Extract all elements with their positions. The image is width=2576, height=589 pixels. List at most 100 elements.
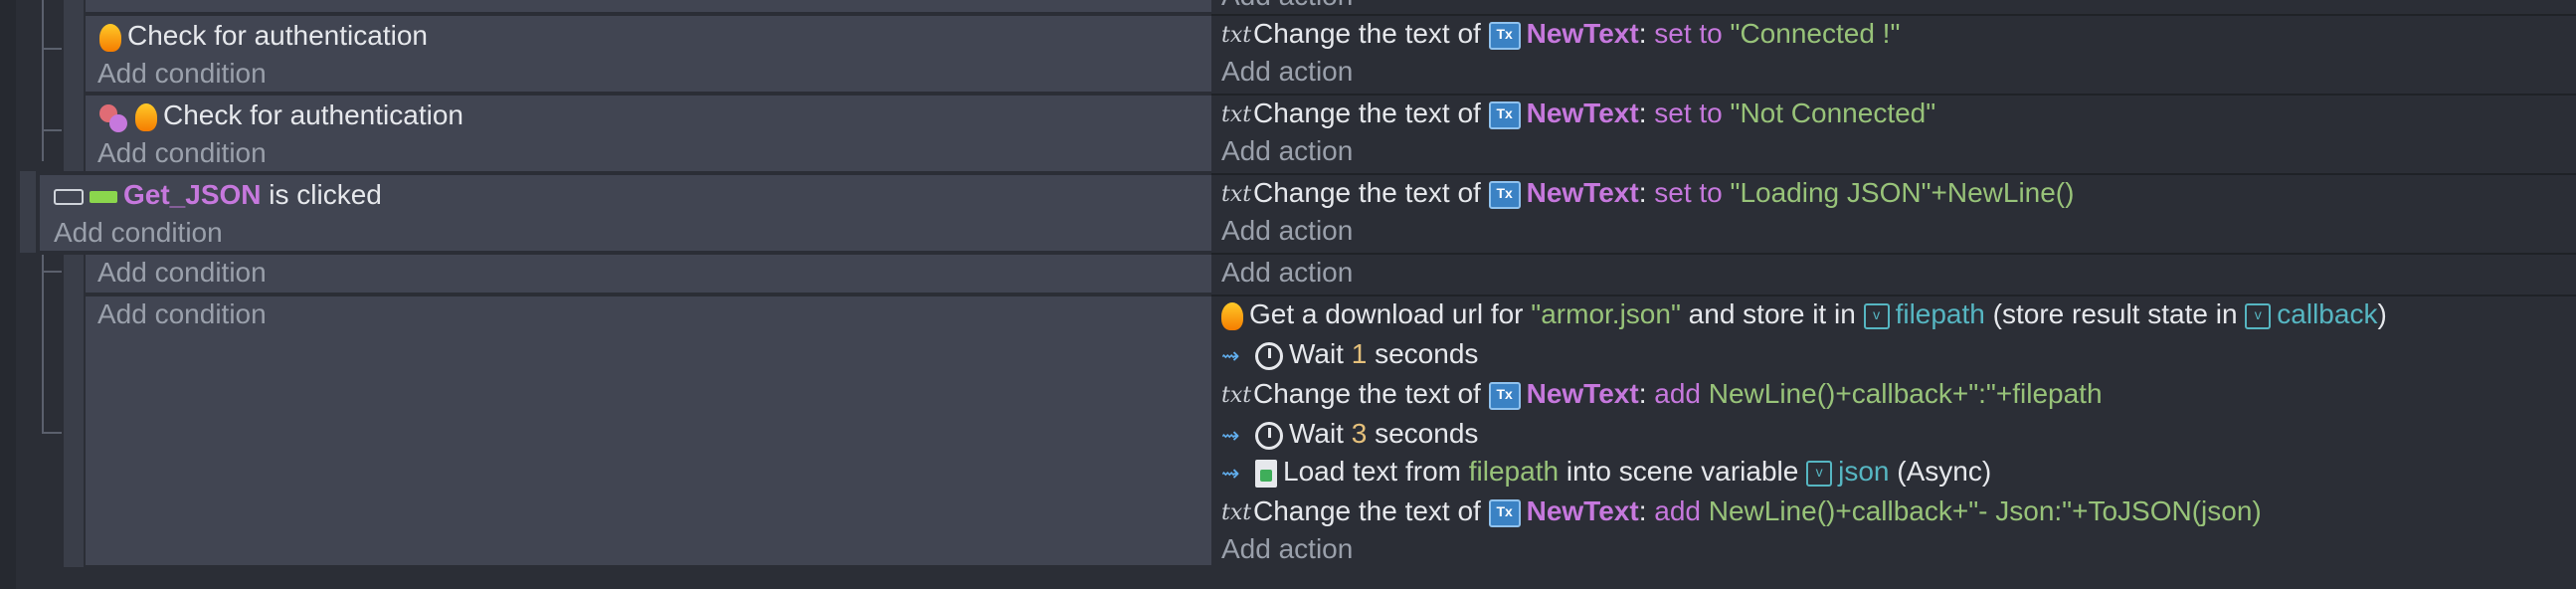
- row1-action[interactable]: txtChange the text of Tx NewText: set to …: [1221, 16, 1900, 54]
- object-name: NewText: [1526, 378, 1639, 409]
- txt-icon: txt: [1221, 181, 1252, 207]
- variable-name: filepath: [1895, 298, 1985, 329]
- txt-icon: txt: [1221, 499, 1252, 525]
- text-object-icon: Tx: [1488, 180, 1521, 209]
- colon: :: [1638, 98, 1647, 128]
- async-icon: ⇝: [1221, 422, 1240, 448]
- operator: set to: [1654, 98, 1723, 128]
- row5-action-load-text[interactable]: ⇝ Load text from filepath into scene vari…: [1221, 454, 1991, 490]
- variable-icon: v: [1863, 302, 1890, 329]
- row5-action-change-text-2[interactable]: txtChange the text of Tx NewText: add New…: [1221, 493, 2262, 531]
- variable-name: callback: [2277, 298, 2378, 329]
- object-name: Get_JSON: [123, 179, 262, 210]
- action-prefix: Change the text of: [1253, 98, 1481, 128]
- row1-add-condition[interactable]: Add condition: [97, 56, 267, 92]
- tree-line-h-2: [42, 129, 62, 131]
- async-icon: ⇝: [1221, 460, 1240, 486]
- tree-line-vertical-2: [42, 255, 44, 434]
- value: NewLine()+callback+"- Json:"+ToJSON(json…: [1708, 495, 2262, 526]
- timer-icon: [1255, 421, 1283, 450]
- row5-action-download-url[interactable]: Get a download url for "armor.json" and …: [1221, 296, 2387, 332]
- row3-add-action[interactable]: Add action: [1221, 213, 1353, 249]
- row4-add-condition[interactable]: Add condition: [97, 255, 267, 291]
- text-object-icon: Tx: [1488, 498, 1521, 527]
- text: ): [2377, 298, 2387, 329]
- value: "Connected !": [1730, 18, 1901, 49]
- tree-line-vertical-1: [42, 0, 44, 161]
- button-icon: [54, 188, 84, 205]
- variable-name: json: [1838, 456, 1890, 487]
- number-value: 1: [1351, 338, 1368, 369]
- txt-icon: txt: [1221, 22, 1252, 48]
- text: and store it in: [1688, 298, 1856, 329]
- row2-add-condition[interactable]: Add condition: [97, 135, 267, 171]
- tree-line-h-4: [42, 432, 62, 434]
- operator: add: [1654, 495, 1701, 526]
- flame-icon: [1221, 301, 1243, 330]
- operator: set to: [1654, 18, 1723, 49]
- row3-condition[interactable]: Get_JSON is clicked: [54, 177, 382, 213]
- event-gutter-sub[interactable]: [64, 255, 84, 567]
- action-prefix: Change the text of: [1253, 495, 1481, 526]
- text: (Async): [1897, 456, 1992, 487]
- row5-action-wait-3[interactable]: ⇝ Wait 3 seconds: [1221, 416, 1478, 452]
- operator: set to: [1654, 177, 1723, 208]
- operator: add: [1654, 378, 1701, 409]
- tree-line-h-1: [42, 48, 62, 50]
- row5-action-change-text-1[interactable]: txtChange the text of Tx NewText: add New…: [1221, 376, 2103, 414]
- event-gutter-group[interactable]: [64, 0, 84, 171]
- row3-action[interactable]: txtChange the text of Tx NewText: set to …: [1221, 175, 2074, 213]
- row0-condition-bg: [86, 0, 1211, 12]
- row2-condition[interactable]: Check for authentication: [99, 98, 463, 133]
- row1-add-action[interactable]: Add action: [1221, 54, 1353, 90]
- action-prefix: Change the text of: [1253, 177, 1481, 208]
- text-object-icon: Tx: [1488, 21, 1521, 50]
- action-prefix: Change the text of: [1253, 378, 1481, 409]
- row5-add-action[interactable]: Add action: [1221, 531, 1353, 567]
- row2-condition-text: Check for authentication: [163, 99, 463, 130]
- txt-icon: txt: [1221, 101, 1252, 127]
- bar-icon: [90, 190, 117, 203]
- separator-3: [1211, 253, 2576, 255]
- colon: :: [1638, 495, 1647, 526]
- async-icon: ⇝: [1221, 342, 1240, 368]
- action-prefix: Change the text of: [1253, 18, 1481, 49]
- number-value: 3: [1351, 418, 1368, 449]
- object-name: NewText: [1526, 495, 1639, 526]
- row5-action-wait-1[interactable]: ⇝ Wait 1 seconds: [1221, 336, 1478, 372]
- colon: :: [1638, 378, 1647, 409]
- string-value: filepath: [1468, 456, 1560, 487]
- invert-condition-icon: [99, 102, 129, 132]
- event-gutter-outer[interactable]: [20, 171, 36, 253]
- tree-line-h-3: [42, 271, 62, 273]
- text-object-icon: Tx: [1488, 100, 1521, 129]
- row5-condition-bg[interactable]: [86, 296, 1211, 565]
- row3-add-condition[interactable]: Add condition: [54, 215, 223, 251]
- colon: :: [1638, 177, 1647, 208]
- value: "Loading JSON"+NewLine(): [1730, 177, 2075, 208]
- left-gutter: [0, 0, 16, 589]
- variable-icon: v: [1806, 460, 1833, 487]
- row0-add-action[interactable]: Add action: [1221, 0, 1353, 14]
- value: NewLine()+callback+":"+filepath: [1708, 378, 2103, 409]
- row1-condition[interactable]: Check for authentication: [99, 18, 428, 54]
- row2-action[interactable]: txtChange the text of Tx NewText: set to …: [1221, 96, 1935, 133]
- object-name: NewText: [1526, 18, 1639, 49]
- row3-condition-suffix: is clicked: [269, 179, 382, 210]
- events-sheet: Add action Check for authentication Add …: [0, 0, 2576, 589]
- value: "Not Connected": [1730, 98, 1936, 128]
- variable-icon: v: [2245, 302, 2272, 329]
- text-object-icon: Tx: [1488, 381, 1521, 410]
- text: seconds: [1375, 418, 1479, 449]
- colon: :: [1638, 18, 1647, 49]
- row1-condition-text: Check for authentication: [127, 20, 428, 51]
- row2-add-action[interactable]: Add action: [1221, 133, 1353, 169]
- text: seconds: [1375, 338, 1479, 369]
- object-name: NewText: [1526, 98, 1639, 128]
- row5-add-condition[interactable]: Add condition: [97, 296, 267, 332]
- text: Wait: [1289, 338, 1344, 369]
- object-name: NewText: [1526, 177, 1639, 208]
- row4-add-action[interactable]: Add action: [1221, 255, 1353, 291]
- flame-icon: [135, 102, 157, 131]
- text: into scene variable: [1565, 456, 1799, 487]
